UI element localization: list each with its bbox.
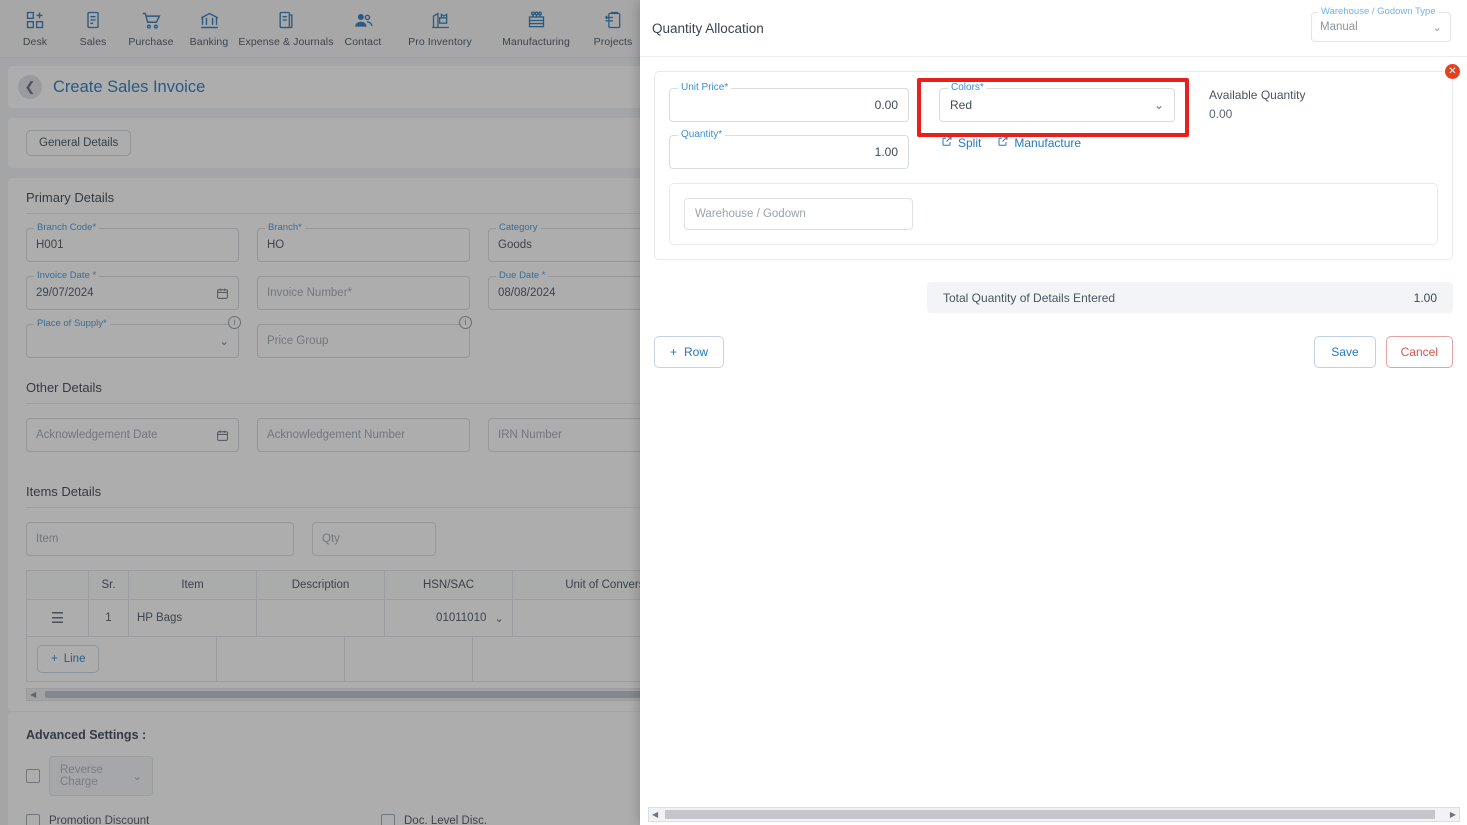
panel-header: Quantity Allocation Warehouse / Godown T… — [640, 0, 1467, 57]
warehouse-godown-box: Warehouse / Godown — [669, 183, 1438, 245]
allocation-left-column: Unit Price* 0.00 Quantity* 1.00 — [669, 82, 917, 169]
panel-footer: + Row Save Cancel — [654, 336, 1453, 368]
panel-horizontal-scrollbar[interactable]: ◀ ▶ — [648, 807, 1460, 822]
add-row-button[interactable]: + Row — [654, 336, 725, 368]
colors-select[interactable]: Colors* Red ⌄ — [939, 82, 1175, 122]
quantity-field[interactable]: Quantity* 1.00 — [669, 129, 909, 169]
chevron-down-icon: ⌄ — [1153, 98, 1164, 112]
total-quantity-value: 1.00 — [1413, 290, 1437, 305]
plus-icon: + — [670, 345, 678, 359]
save-button[interactable]: Save — [1314, 336, 1376, 368]
split-label: Split — [958, 135, 982, 150]
total-quantity-label: Total Quantity of Details Entered — [943, 290, 1116, 305]
quantity-value: 1.00 — [874, 145, 898, 159]
scroll-right-icon[interactable]: ▶ — [1450, 810, 1459, 819]
allocation-right-column: Available Quantity 0.00 — [1189, 88, 1306, 121]
field-label: Quantity* — [678, 129, 726, 140]
warehouse-godown-input[interactable]: Warehouse / Godown — [684, 198, 913, 230]
add-row-label: Row — [684, 345, 709, 359]
scroll-left-icon[interactable]: ◀ — [649, 810, 658, 819]
unit-price-value: 0.00 — [874, 98, 898, 112]
field-placeholder: Warehouse / Godown — [695, 208, 806, 220]
close-button[interactable]: ✕ — [1444, 63, 1461, 80]
cancel-button[interactable]: Cancel — [1385, 336, 1453, 368]
chevron-down-icon: ⌄ — [1432, 22, 1442, 34]
warehouse-godown-type-select[interactable]: Warehouse / Godown Type Manual ⌄ — [1311, 6, 1451, 42]
field-label: Unit Price* — [678, 82, 732, 93]
external-link-icon — [997, 135, 1009, 150]
split-link[interactable]: Split — [941, 135, 981, 150]
allocation-fields-grid: Unit Price* 0.00 Quantity* 1.00 Colors* … — [669, 78, 1438, 169]
allocation-mid-column: Colors* Red ⌄ Split Manufacture — [917, 78, 1189, 150]
available-quantity-label: Available Quantity — [1209, 88, 1306, 102]
colors-value: Red — [950, 98, 973, 112]
external-link-icon — [941, 135, 953, 150]
available-quantity-value: 0.00 — [1209, 107, 1233, 121]
footer-actions: Save Cancel — [1314, 336, 1453, 368]
app-root: Desk Sales Purchase Banking Expense & Jo… — [0, 0, 1467, 825]
allocation-row-card: Unit Price* 0.00 Quantity* 1.00 Colors* … — [654, 71, 1453, 260]
field-label: Colors* — [948, 82, 987, 93]
field-label: Warehouse / Godown Type — [1318, 6, 1439, 17]
panel-title: Quantity Allocation — [652, 20, 764, 36]
manufacture-label: Manufacture — [1014, 135, 1082, 150]
scrollbar-thumb[interactable] — [665, 810, 1435, 819]
total-quantity-bar: Total Quantity of Details Entered 1.00 — [927, 282, 1453, 313]
manufacture-link[interactable]: Manufacture — [997, 135, 1081, 150]
quantity-allocation-panel: Quantity Allocation Warehouse / Godown T… — [640, 0, 1467, 825]
unit-price-field[interactable]: Unit Price* 0.00 — [669, 82, 909, 122]
field-value: Manual — [1320, 21, 1358, 33]
close-icon: ✕ — [1448, 66, 1457, 77]
allocation-links: Split Manufacture — [939, 135, 1189, 150]
